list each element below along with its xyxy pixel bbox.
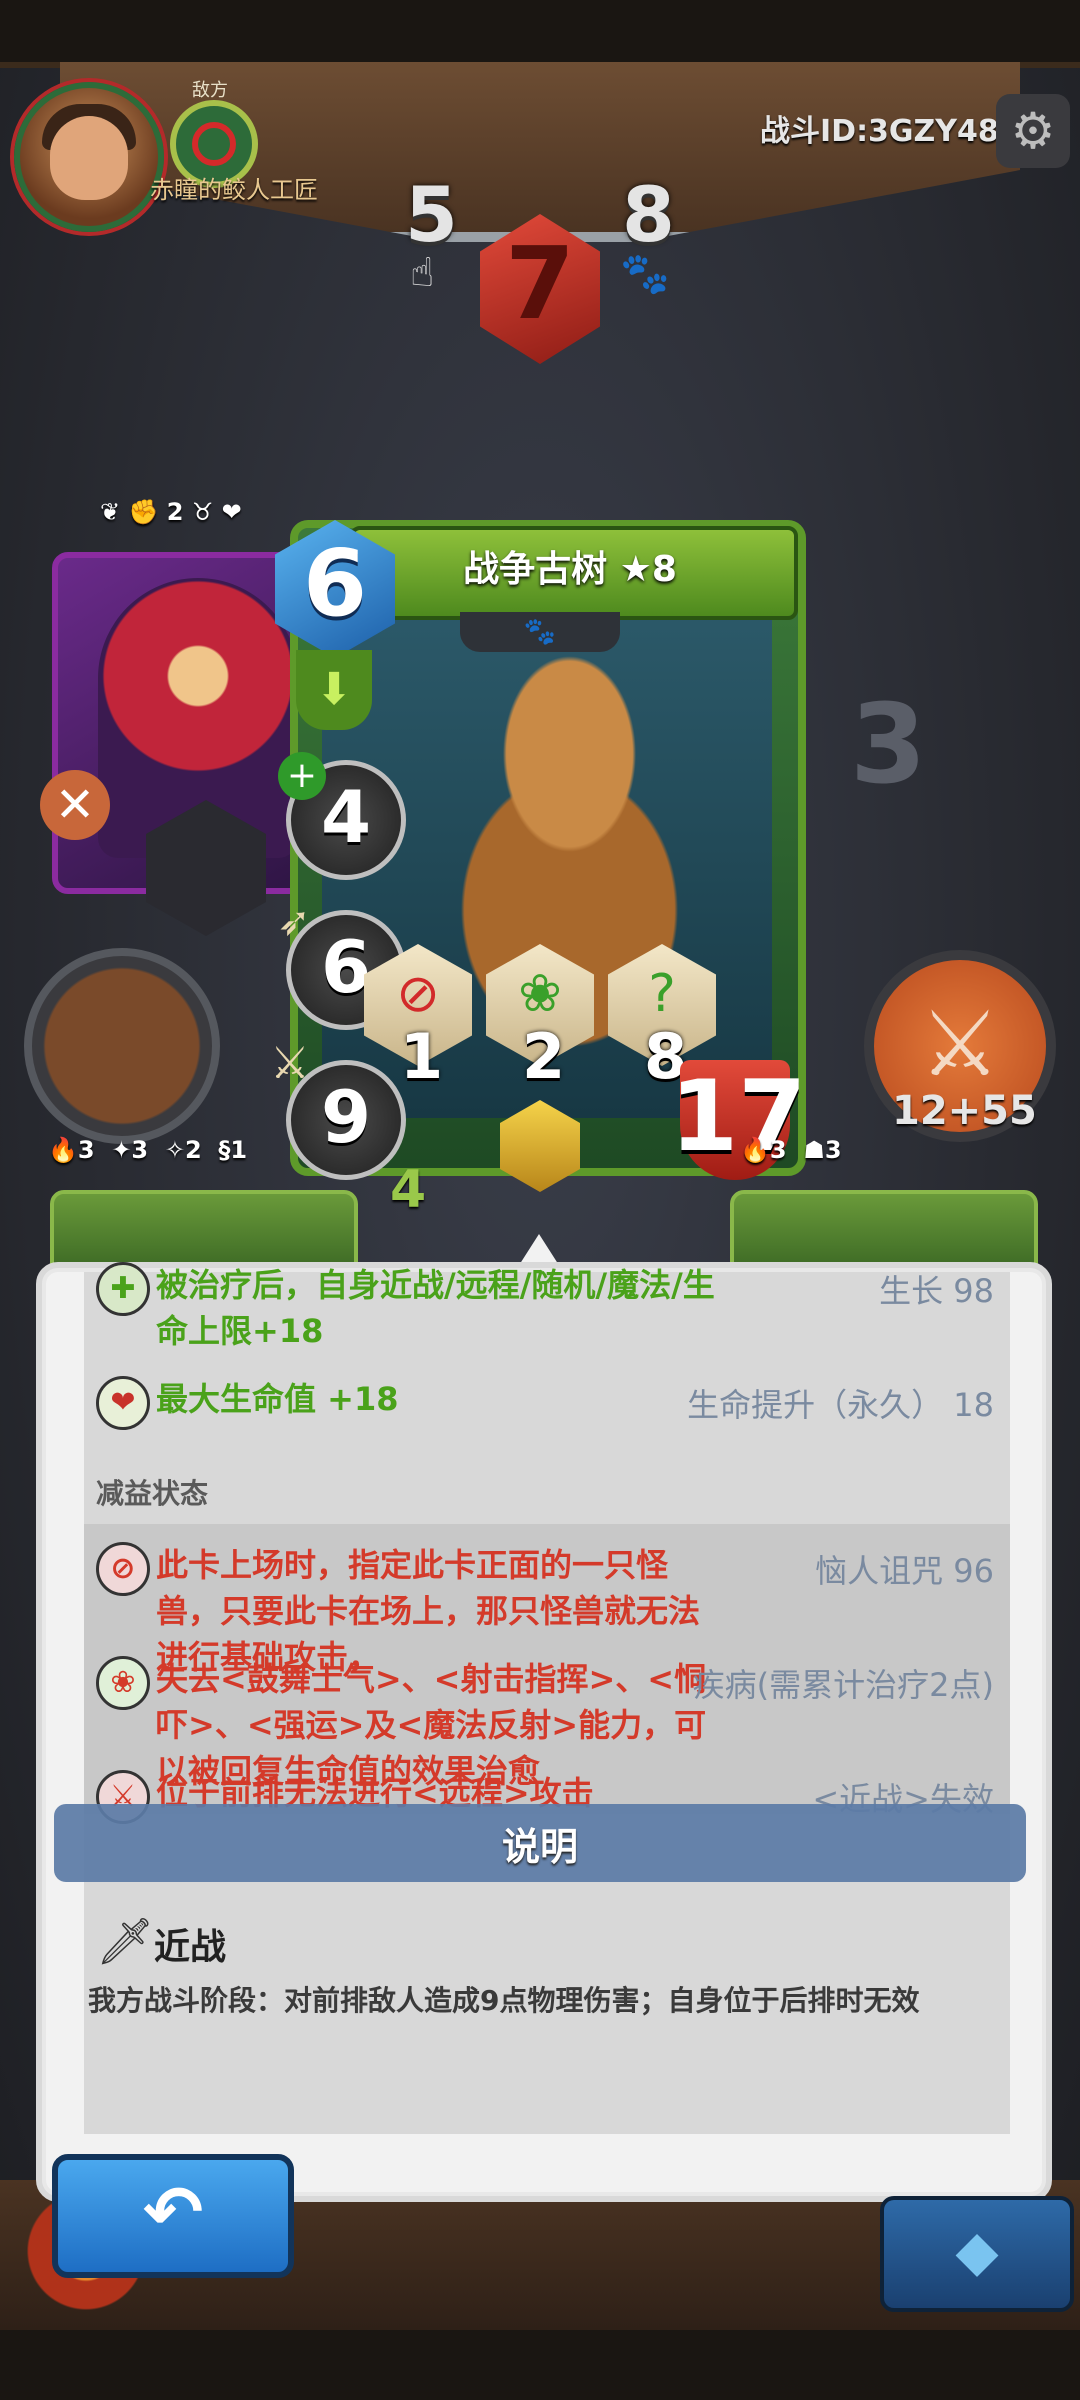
attack-value: 12+55 (892, 1088, 1037, 1134)
heal-plus-icon: + (278, 752, 326, 800)
growth-icon: ✚ (96, 1262, 150, 1316)
nature-type-icon: ⬇ (296, 650, 372, 730)
star-icon: ✦ (111, 1136, 132, 1164)
buff-health-value: 生命提升（永久） 18 (687, 1386, 994, 1424)
explain-title: 说明 (501, 1825, 578, 1869)
card-deck-icon: ◆ (955, 2219, 999, 2284)
left-bottom-icons: 🔥3 ✦3 ✧2 §1 (48, 1136, 247, 1164)
close-icon: ✕ (40, 770, 110, 840)
bottom-frame (0, 2330, 1080, 2400)
right-bottom-icons: 🔥3 ☗3 (740, 1136, 842, 1164)
curse-icon: ⊘ (396, 964, 440, 1024)
buff-growth-text: 被治疗后，自身近战/远程/随机/魔法/生命上限+18 (156, 1266, 715, 1350)
back-arrow-icon: ↶ (142, 2170, 204, 2254)
sword-icon: ⚔ (270, 1038, 310, 1089)
mask-icon: ☗ (803, 1136, 825, 1164)
player-name: 赤瞳的鲛人工匠 (150, 176, 318, 204)
bow-icon: ➶ (277, 899, 311, 945)
feather-icon: ❦ (100, 498, 121, 526)
fire-icon: 🔥 (740, 1136, 770, 1164)
mana-cost: 6 (302, 530, 367, 637)
avatar-face (50, 116, 128, 200)
curse-icon: ⊘ (96, 1542, 150, 1596)
debuff-curse-value: 恼人诅咒 96 (815, 1552, 994, 1590)
left-score: 5 (405, 170, 458, 259)
paw-icon: 🐾 (620, 251, 670, 297)
ally-heal-stat: 4 (390, 1160, 427, 1220)
back-button[interactable]: ↶ (52, 2154, 294, 2278)
buff-health-text: 最大生命值 +18 (156, 1380, 399, 1418)
status-count: 1 (230, 1136, 248, 1164)
status-count: 3 (77, 1136, 95, 1164)
heart-icon: ❤ (221, 498, 242, 526)
sparkle-icon: ✧ (164, 1136, 185, 1164)
enemy-label: 敌方 (192, 80, 228, 101)
status-count: 3 (131, 1136, 149, 1164)
card-deck-button[interactable]: ◆ (880, 2196, 1074, 2312)
growth-icon: ? (648, 964, 676, 1024)
melee-description: 我方战斗阶段：对前排敌人造成9点物理伤害；自身位于后排时无效 (88, 1984, 920, 2017)
melee-heading: 近战 (154, 1927, 227, 1968)
ability-value: 2 (522, 1020, 566, 1093)
card-title: 战争古树 ★8 (463, 549, 677, 590)
status-count: 3 (824, 1136, 842, 1164)
sword-icon: 🗡 (96, 1914, 155, 1968)
fire-icon: 🔥 (48, 1136, 78, 1164)
fist-icon: ✊ (128, 498, 159, 526)
shield-slot (24, 948, 220, 1144)
battle-id: 战斗ID:3GZY48 (760, 114, 999, 149)
paw-icon: 🐾 (460, 612, 620, 652)
debuff-sickness-value: 疾病(需累计治疗2点) (692, 1666, 994, 1704)
left-card-top-icons: ❦ ✊ 2 ♉ ❤ (100, 498, 242, 526)
player-avatar[interactable] (14, 82, 164, 232)
debuff-section-title: 减益状态 (96, 1477, 209, 1510)
status-count: 2 (184, 1136, 202, 1164)
round-number: 7 (505, 225, 575, 342)
right-score: 8 (622, 170, 675, 259)
ranged-hand-icon: ☝ (410, 250, 435, 296)
left-card-top-stat: 2 (166, 498, 184, 526)
empty-slot-number: 3 (850, 680, 927, 808)
heart-icon: ❤ (96, 1376, 150, 1430)
ability-value: 1 (400, 1020, 444, 1093)
gear-icon[interactable]: ⚙ (996, 94, 1070, 168)
top-frame (0, 0, 1080, 68)
status-count: 3 (769, 1136, 787, 1164)
sickness-icon: ❀ (518, 964, 562, 1024)
buff-growth-value: 生长 98 (879, 1272, 994, 1310)
sickness-icon: ❀ (96, 1656, 150, 1710)
horns-icon: ♉ (191, 498, 214, 526)
snake-icon: § (218, 1136, 231, 1164)
